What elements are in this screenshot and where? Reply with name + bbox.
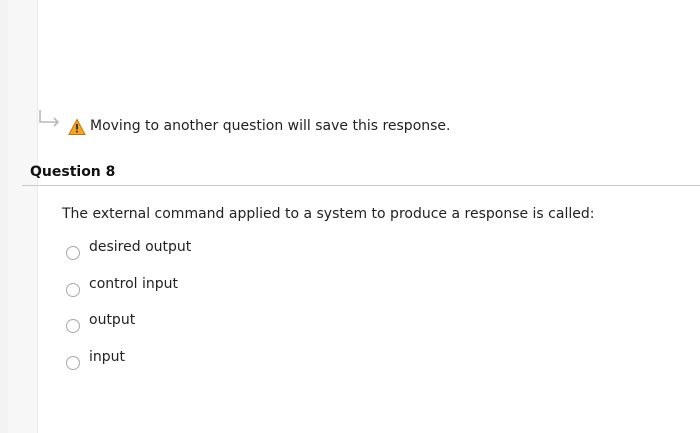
choice-input[interactable]: input — [64, 346, 564, 383]
choice-output[interactable]: output — [64, 309, 564, 346]
question-title: Question 8 — [30, 164, 116, 180]
choice-label[interactable]: desired output — [89, 238, 191, 256]
question-header: Question 8 — [22, 161, 700, 186]
choice-label[interactable]: control input — [89, 275, 178, 293]
save-warning-notice: Moving to another question will save thi… — [30, 104, 630, 140]
choice-label[interactable]: output — [89, 311, 135, 329]
choice-control-input[interactable]: control input — [64, 273, 564, 310]
answer-choices: desired output control input output inpu… — [64, 236, 564, 382]
warning-icon — [68, 118, 86, 135]
radio-button[interactable] — [66, 246, 80, 260]
radio-button[interactable] — [66, 355, 80, 370]
choice-desired-output[interactable]: desired output — [64, 236, 564, 273]
radio-button[interactable] — [66, 319, 80, 333]
left-margin-strip — [8, 0, 38, 433]
warning-text: Moving to another question will save thi… — [90, 118, 451, 134]
radio-button[interactable] — [66, 282, 80, 297]
choice-label[interactable]: input — [89, 348, 125, 366]
question-prompt: The external command applied to a system… — [62, 206, 595, 222]
left-strip-divider — [37, 0, 38, 433]
return-arrow-icon — [39, 110, 60, 127]
